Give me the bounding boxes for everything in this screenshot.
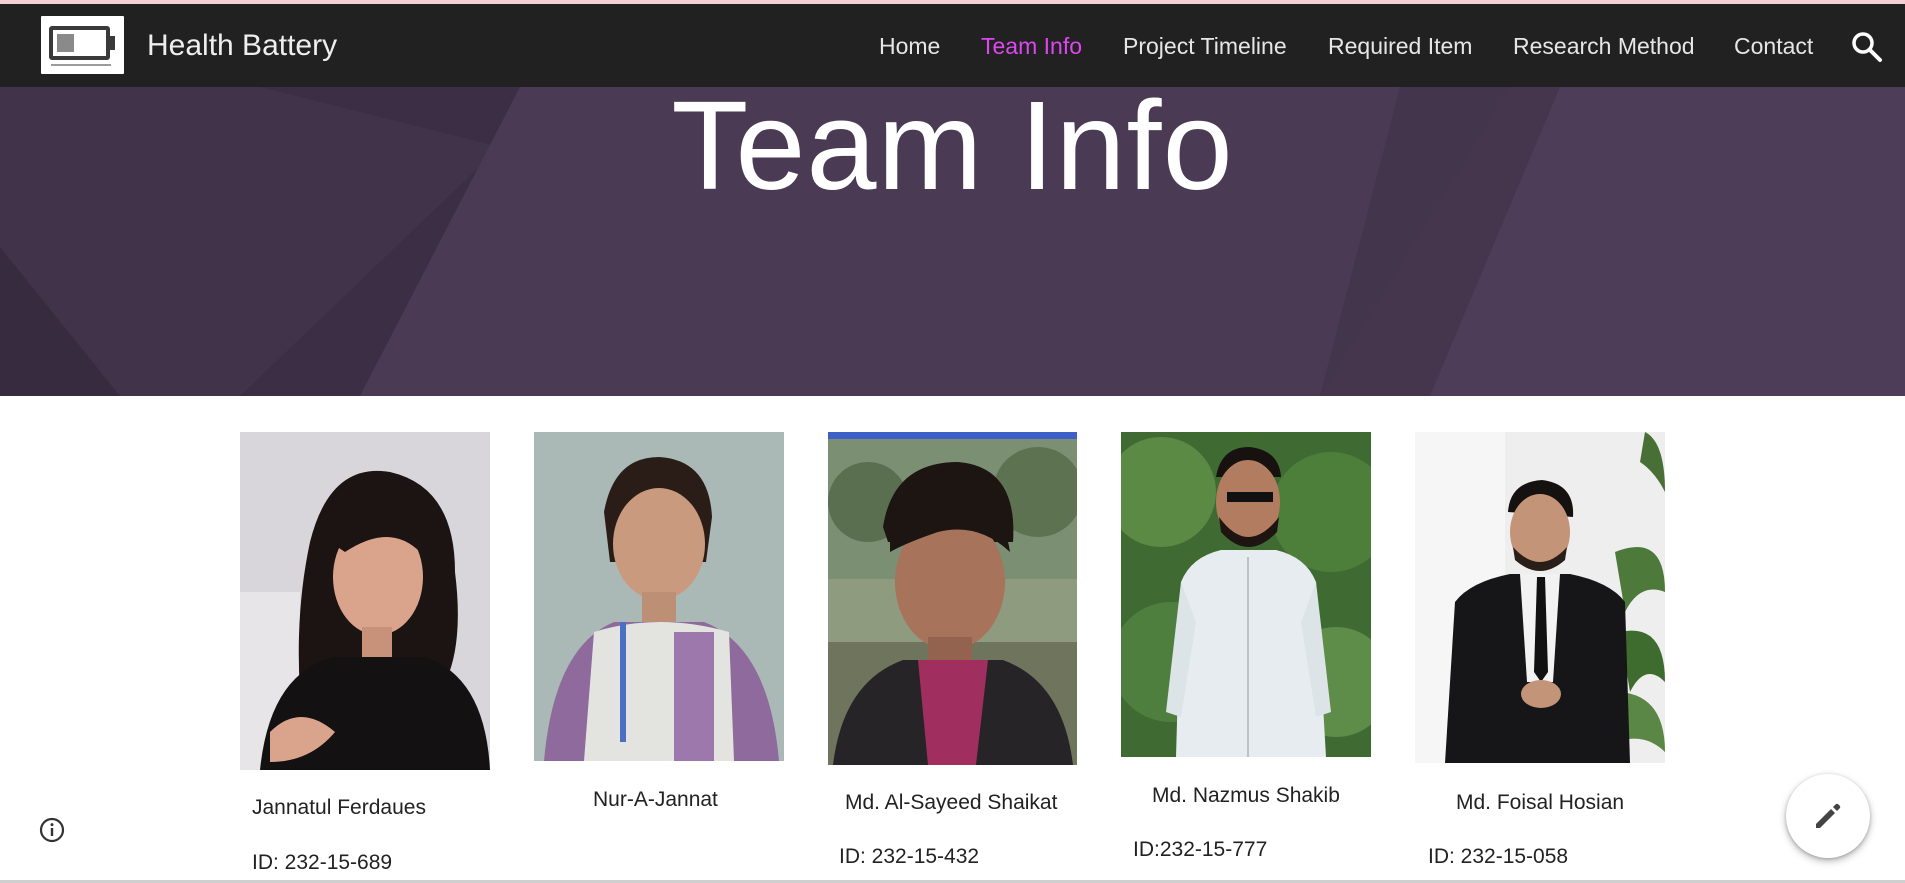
- nav-research-method[interactable]: Research Method: [1513, 33, 1695, 60]
- member-id-1: ID: 232-15-689: [252, 851, 393, 874]
- info-icon[interactable]: [38, 816, 66, 844]
- nav-team-info[interactable]: Team Info: [981, 33, 1082, 60]
- member-id-4: ID:232-15-777: [1133, 838, 1268, 861]
- search-icon[interactable]: [1850, 30, 1884, 64]
- pencil-icon: [1816, 803, 1841, 828]
- member-id-5: ID: 232-15-058: [1428, 845, 1569, 868]
- hero-banner: Team Info: [0, 87, 1905, 396]
- member-name-4: Md. Nazmus Shakib: [1152, 784, 1340, 807]
- member-name-1: Jannatul Ferdaues: [252, 796, 426, 819]
- member-id-3: ID: 232-15-432: [839, 845, 980, 868]
- nav-required-item[interactable]: Required Item: [1328, 33, 1472, 60]
- member-photo-3: [828, 432, 1077, 765]
- battery-logo-icon[interactable]: [41, 16, 124, 74]
- member-photo-5: [1415, 432, 1665, 763]
- site-header: Health Battery Home Team Info Project Ti…: [0, 4, 1905, 87]
- member-name-3: Md. Al-Sayeed Shaikat: [845, 791, 1058, 814]
- edit-button[interactable]: [1786, 774, 1870, 858]
- member-name-5: Md. Foisal Hosian: [1456, 791, 1625, 814]
- member-photo-4: [1121, 432, 1371, 757]
- nav-contact[interactable]: Contact: [1734, 33, 1813, 60]
- site-title[interactable]: Health Battery: [147, 29, 337, 63]
- member-photo-1: [240, 432, 490, 770]
- page-title: Team Info: [671, 87, 1234, 216]
- page: Health Battery Home Team Info Project Ti…: [0, 0, 1905, 883]
- member-photo-2: [534, 432, 784, 761]
- nav-home[interactable]: Home: [879, 33, 940, 60]
- member-name-2: Nur-A-Jannat: [593, 788, 718, 811]
- nav-project-timeline[interactable]: Project Timeline: [1123, 33, 1287, 60]
